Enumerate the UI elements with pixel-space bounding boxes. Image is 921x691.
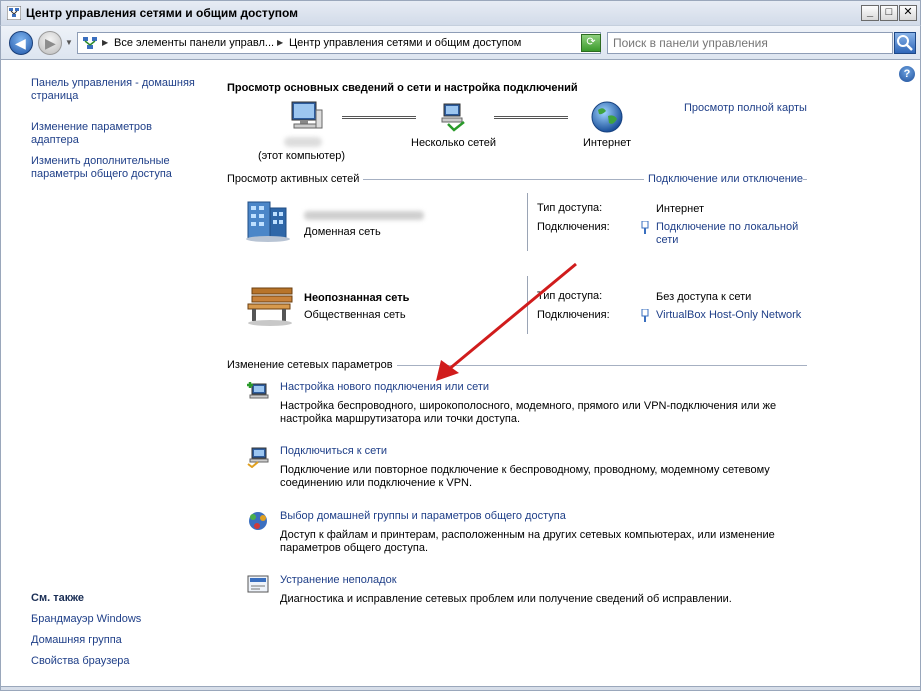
sidebar-link-home[interactable]: Панель управления - домашняя страница	[31, 77, 201, 103]
bench-icon	[247, 287, 293, 326]
globe-icon	[591, 101, 623, 133]
connection-link-lan[interactable]: Подключение по локальной сети	[656, 221, 816, 247]
address-box[interactable]: ▶ Все элементы панели управл... ▶ Центр …	[77, 32, 601, 54]
hidden-network-name	[304, 211, 424, 220]
sidebar-link-browser-properties[interactable]: Свойства браузера	[31, 655, 201, 668]
search-box[interactable]	[607, 32, 893, 54]
chevron-right-icon[interactable]: ▶	[102, 38, 108, 47]
breadcrumb-all-items[interactable]: Все элементы панели управл...	[114, 37, 274, 49]
search-icon	[897, 35, 913, 51]
sidebar-link-adapter-settings[interactable]: Изменение параметров адаптера	[31, 121, 166, 147]
task-link-connect[interactable]: Подключиться к сети	[280, 445, 387, 457]
active-networks-title: Просмотр активных сетей	[227, 173, 364, 185]
access-type-value: Без доступа к сети	[656, 291, 752, 303]
ethernet-icon	[641, 309, 649, 322]
back-arrow-icon: ◀	[15, 35, 26, 51]
sidebar-link-homegroup[interactable]: Домашняя группа	[31, 634, 201, 647]
network-category: Доменная сеть	[304, 226, 381, 238]
chevron-down-icon[interactable]: ▶	[277, 38, 283, 47]
forward-arrow-icon: ▶	[45, 35, 56, 51]
title-bar: Центр управления сетями и общим доступом…	[0, 0, 921, 25]
task-description: Доступ к файлам и принтерам, расположенн…	[280, 529, 775, 554]
task-link-troubleshoot[interactable]: Устранение неполадок	[280, 574, 397, 586]
network-category: Общественная сеть	[304, 309, 406, 321]
task-link-homegroup[interactable]: Выбор домашней группы и параметров общег…	[280, 510, 566, 522]
breadcrumb-network-center[interactable]: Центр управления сетями и общим доступом	[289, 37, 521, 49]
vertical-divider	[527, 276, 528, 334]
task-link-new-connection[interactable]: Настройка нового подключения или сети	[280, 381, 489, 393]
node-internet: Интернет	[583, 137, 631, 149]
see-also-title: См. также	[31, 592, 84, 604]
help-icon[interactable]: ?	[899, 66, 915, 82]
access-type-label: Тип доступа:	[537, 290, 603, 302]
overview-heading: Просмотр основных сведений о сети и наст…	[227, 82, 578, 94]
forward-button[interactable]: ▶	[38, 31, 62, 55]
full-map-link[interactable]: Просмотр полной карты	[684, 102, 807, 114]
computer-icon	[291, 101, 323, 129]
access-type-value: Интернет	[656, 203, 704, 215]
back-button[interactable]: ◀	[9, 31, 33, 55]
connect-disconnect-link[interactable]: Подключение или отключение	[644, 173, 804, 185]
connection-link-virtualbox[interactable]: VirtualBox Host-Only Network	[656, 309, 801, 321]
search-input[interactable]	[613, 34, 883, 52]
node-multiple-networks: Несколько сетей	[411, 137, 497, 149]
homegroup-icon	[249, 512, 267, 530]
connection-line	[494, 116, 568, 119]
window-border	[0, 686, 921, 691]
sidebar-link-firewall[interactable]: Брандмауэр Windows	[31, 613, 201, 626]
connection-line	[342, 116, 416, 119]
window-title: Центр управления сетями и общим доступом	[26, 6, 299, 20]
recent-pages-dropdown[interactable]: ▼	[65, 38, 73, 47]
network-center-icon	[83, 37, 97, 49]
new-connection-icon	[247, 382, 269, 399]
troubleshoot-icon	[247, 575, 269, 593]
network-name: Неопознанная сеть	[304, 292, 410, 304]
sidebar-link-sharing-settings[interactable]: Изменить дополнительные параметры общего…	[31, 155, 191, 181]
connections-label: Подключения:	[537, 221, 610, 233]
node-this-computer: (этот компьютер)	[258, 150, 346, 162]
ethernet-icon	[641, 221, 649, 234]
vertical-divider	[527, 193, 528, 251]
maximize-button[interactable]: □	[880, 5, 898, 21]
network-icon	[441, 103, 465, 132]
domain-network-icon	[246, 201, 290, 242]
task-description: Подключение или повторное подключение к …	[280, 464, 770, 489]
task-description: Диагностика и исправление сетевых пробле…	[280, 593, 732, 605]
network-center-icon	[7, 6, 21, 20]
hidden-computer-name	[284, 137, 322, 147]
search-button[interactable]	[894, 32, 916, 54]
close-button[interactable]: ✕	[899, 5, 917, 21]
refresh-icon[interactable]: ⟳	[581, 34, 601, 52]
address-toolbar: ◀ ▶ ▼ ▶ Все элементы панели управл... ▶ …	[0, 25, 921, 60]
connect-icon	[247, 447, 269, 468]
task-description: Настройка беспроводного, широкополосного…	[280, 400, 777, 425]
connections-label: Подключения:	[537, 309, 610, 321]
minimize-button[interactable]: _	[861, 5, 879, 21]
change-settings-title: Изменение сетевых параметров	[227, 359, 397, 371]
access-type-label: Тип доступа:	[537, 202, 603, 214]
